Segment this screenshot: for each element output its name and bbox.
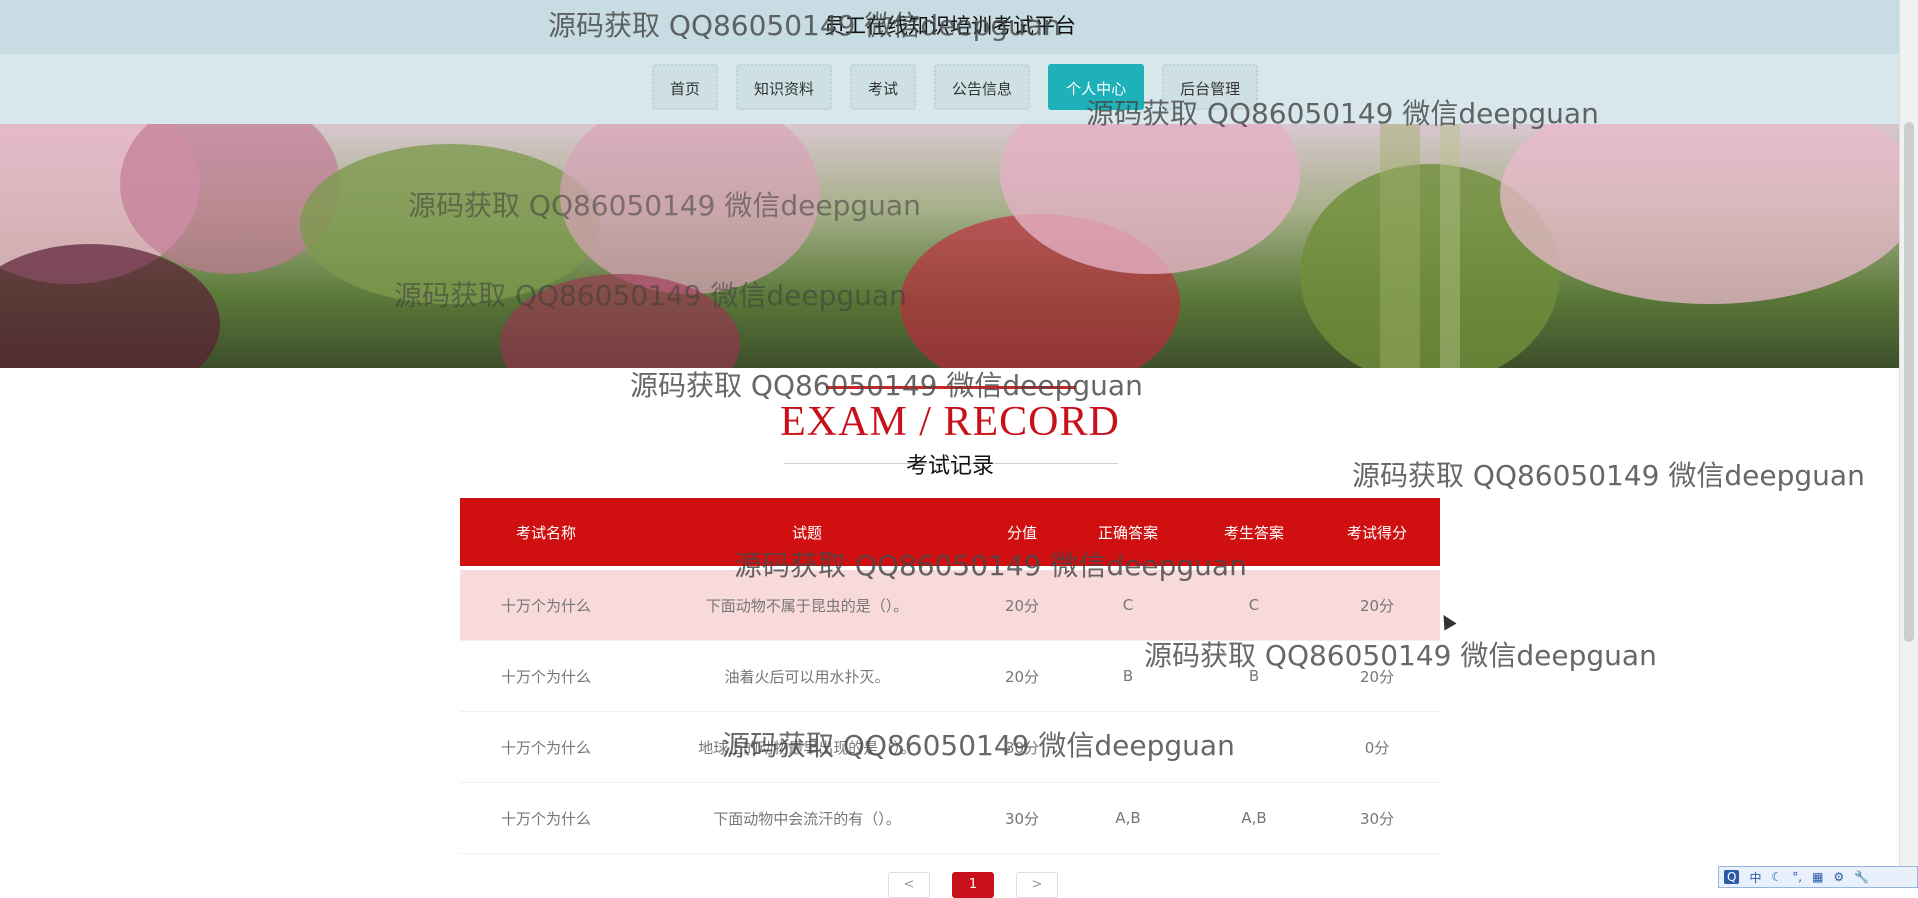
main-nav: 首页 知识资料 考试 公告信息 个人中心 后台管理	[652, 64, 1276, 110]
keyboard-icon[interactable]: ▦	[1812, 870, 1823, 884]
scrollbar-thumb[interactable]	[1904, 122, 1914, 642]
section-accent-bar	[826, 386, 1076, 389]
cell-question: 下面动物中会流汗的有（）。	[713, 809, 901, 828]
ime-logo-icon: Q	[1724, 870, 1740, 884]
col-header-correct-answer: 正确答案	[1097, 523, 1158, 542]
col-header-exam-score: 考试得分	[1346, 523, 1407, 542]
col-header-score-value: 分值	[1006, 523, 1037, 542]
table-row[interactable]: 十万个为什么 地球上的动物最早出现的是（）。 30分 0分	[460, 712, 1440, 783]
table-header-row: 考试名称 试题 分值 正确答案 考生答案 考试得分	[460, 498, 1440, 566]
cell-correct-answer: B	[1122, 667, 1134, 685]
cell-exam-score: 30分	[1359, 809, 1395, 828]
col-header-question: 试题	[791, 523, 822, 542]
cell-exam-name: 十万个为什么	[500, 809, 591, 828]
section-title-en: EXAM / RECORD	[780, 399, 1120, 445]
vertical-scrollbar[interactable]	[1899, 0, 1918, 888]
ime-toolbar[interactable]: Q 中 ☾ °, ▦ ⚙ 🔧	[1718, 866, 1918, 888]
moon-icon[interactable]: ☾	[1771, 870, 1782, 884]
cell-question: 地球上的动物最早出现的是（）。	[698, 738, 916, 757]
cell-score-value: 30分	[1004, 809, 1040, 828]
cell-correct-answer	[1062, 712, 1194, 782]
cell-score-value: 20分	[1004, 667, 1040, 686]
col-header-exam-name: 考试名称	[515, 523, 576, 542]
cell-score-value: 30分	[1004, 738, 1040, 757]
page-button-current[interactable]: 1	[952, 872, 994, 898]
pagination: < 1 >	[888, 872, 1080, 898]
nav-item-notice[interactable]: 公告信息	[934, 64, 1031, 110]
nav-item-admin[interactable]: 后台管理	[1162, 64, 1259, 110]
nav-item-home[interactable]: 首页	[652, 64, 719, 110]
ime-chinese-mode[interactable]: 中	[1749, 869, 1761, 886]
col-header-candidate-answer: 考生答案	[1223, 523, 1284, 542]
cell-exam-score: 20分	[1359, 596, 1395, 615]
tools-icon[interactable]: 🔧	[1854, 870, 1869, 884]
prev-page-button[interactable]: <	[888, 872, 930, 898]
cell-exam-name: 十万个为什么	[500, 596, 591, 615]
table-row[interactable]: 十万个为什么 下面动物不属于昆虫的是（）。 20分 C C 20分	[460, 570, 1440, 641]
cell-exam-score: 20分	[1359, 667, 1395, 686]
section-title-cn: 考试记录	[905, 454, 994, 479]
table-row[interactable]: 十万个为什么 油着火后可以用水扑灭。 20分 B B 20分	[460, 641, 1440, 712]
cell-exam-score: 0分	[1364, 738, 1390, 757]
cell-question: 油着火后可以用水扑灭。	[724, 667, 890, 686]
cell-correct-answer: A,B	[1115, 809, 1141, 827]
nav-item-exam[interactable]: 考试	[850, 64, 917, 110]
punctuation-icon[interactable]: °,	[1792, 870, 1802, 884]
cell-candidate-answer: B	[1248, 667, 1260, 685]
cell-candidate-answer: C	[1248, 596, 1260, 614]
exam-record-table: 考试名称 试题 分值 正确答案 考生答案 考试得分 十万个为什么 下面动物不属于…	[460, 498, 1440, 854]
cell-exam-name: 十万个为什么	[500, 667, 591, 686]
cell-correct-answer: C	[1122, 596, 1134, 614]
site-title: 员工在线知识培训考试平台	[824, 14, 1076, 38]
cell-candidate-answer	[1194, 712, 1314, 782]
top-header: 员工在线知识培训考试平台	[0, 0, 1900, 54]
mouse-cursor	[1437, 611, 1457, 631]
nav-item-profile[interactable]: 个人中心	[1048, 64, 1145, 110]
cell-question: 下面动物不属于昆虫的是（）。	[705, 596, 909, 615]
next-page-button[interactable]: >	[1016, 872, 1058, 898]
nav-item-knowledge[interactable]: 知识资料	[736, 64, 833, 110]
table-row[interactable]: 十万个为什么 下面动物中会流汗的有（）。 30分 A,B A,B 30分	[460, 783, 1440, 854]
settings-icon[interactable]: ⚙	[1833, 870, 1844, 884]
cell-exam-name: 十万个为什么	[500, 738, 591, 757]
cell-candidate-answer: A,B	[1241, 809, 1267, 827]
cell-score-value: 20分	[1004, 596, 1040, 615]
banner-image	[0, 124, 1900, 368]
nav-bar: 首页 知识资料 考试 公告信息 个人中心 后台管理	[0, 54, 1900, 124]
